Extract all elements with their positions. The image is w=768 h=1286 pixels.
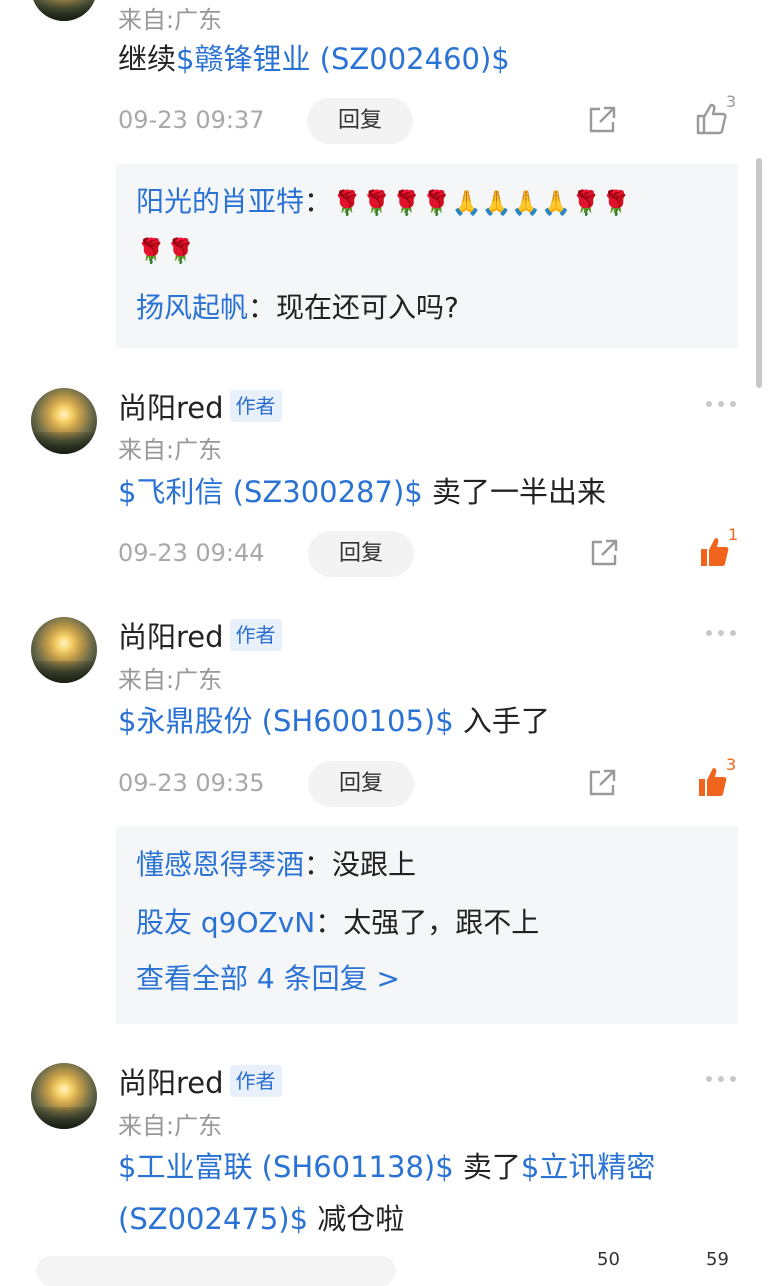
avatar[interactable] [31,1063,97,1129]
comment-location: 来自:广东 [118,1112,223,1140]
more-icon[interactable] [706,1075,736,1083]
comment-time: 09-23 09:37 [118,106,265,134]
reply-user[interactable]: 扬风起帆 [136,291,248,324]
more-icon[interactable] [706,400,736,408]
comment-text: $永鼎股份 (SH600105)$ 入手了 [118,704,550,738]
stock-link[interactable]: (SZ002475)$ [118,1202,308,1236]
like-count: 1 [728,525,739,544]
thumbs-up-icon[interactable] [696,765,730,799]
comment-location: 来自:广东 [118,666,223,694]
comment-time: 09-23 09:44 [118,539,265,567]
comment-location: 来自:广东 [118,6,223,34]
thumbs-up-icon[interactable] [698,535,732,569]
share-icon[interactable] [586,767,618,799]
reply-box: 阳光的肖亚特：🌹🌹🌹🌹🙏🙏🙏🙏🌹🌹 🌹🌹 扬风起帆：现在还可入吗? [116,164,738,348]
reply-item: 懂感恩得琴酒：没跟上 [136,848,417,881]
like-count: 3 [726,92,737,111]
author-row: 尚阳red 作者 [118,1060,282,1102]
more-icon[interactable] [706,629,736,637]
author-row: 尚阳red 作者 [118,385,282,427]
view-all-replies-link[interactable]: 查看全部 4 条回复 > [136,953,400,1005]
author-tag: 作者 [229,619,282,651]
comment-text: $飞利信 (SZ300287)$ 卖了一半出来 [118,475,606,509]
comment-time: 09-23 09:35 [118,769,265,797]
like-total: 59 [706,1249,729,1270]
reply-user[interactable]: 股友 q9OZvN [136,906,315,939]
avatar[interactable] [31,617,97,683]
share-icon[interactable] [586,104,618,136]
author-row: 尚阳red 作者 [118,614,282,656]
avatar[interactable] [31,0,97,21]
author-name[interactable]: 尚阳red [118,385,224,427]
avatar[interactable] [31,388,97,454]
author-tag: 作者 [229,1065,282,1097]
stock-link[interactable]: $飞利信 (SZ300287)$ [118,475,423,509]
reply-item-cont: 🌹🌹 [136,237,196,265]
comment-text: $工业富联 (SH601138)$ 卖了$立讯精密 [118,1150,656,1184]
reply-box: 懂感恩得琴酒：没跟上 股友 q9OZvN：太强了，跟不上 查看全部 4 条回复 … [116,826,738,1024]
scrollbar[interactable] [756,158,762,388]
share-icon[interactable] [588,537,620,569]
reply-item: 股友 q9OZvN：太强了，跟不上 [136,906,540,939]
reply-item: 扬风起帆：现在还可入吗? [136,291,459,324]
comment-location: 来自:广东 [118,436,223,464]
bottom-input-bar[interactable] [36,1256,396,1286]
reply-button[interactable]: 回复 [308,761,414,807]
comment-text-cont: (SZ002475)$ 减仓啦 [118,1202,405,1236]
thumbs-up-icon[interactable] [695,102,729,136]
author-name[interactable]: 尚阳red [118,614,224,656]
comment-text: 继续$赣锋锂业 (SZ002460)$ [118,42,510,76]
reply-button[interactable]: 回复 [307,98,413,144]
reply-user[interactable]: 阳光的肖亚特 [136,185,304,218]
reply-user[interactable]: 懂感恩得琴酒 [136,848,304,881]
author-name[interactable]: 尚阳red [118,1060,224,1102]
comment-count: 50 [597,1249,620,1270]
reply-button[interactable]: 回复 [308,531,414,577]
stock-link[interactable]: $永鼎股份 (SH600105)$ [118,704,454,738]
author-tag: 作者 [229,390,282,422]
stock-link[interactable]: $赣锋锂业 (SZ002460)$ [176,42,510,76]
stock-link[interactable]: $立讯精密 [521,1150,655,1184]
reply-item: 阳光的肖亚特：🌹🌹🌹🌹🙏🙏🙏🙏🌹🌹 [136,185,631,218]
like-count: 3 [726,755,737,774]
stock-link[interactable]: $工业富联 (SH601138)$ [118,1150,454,1184]
